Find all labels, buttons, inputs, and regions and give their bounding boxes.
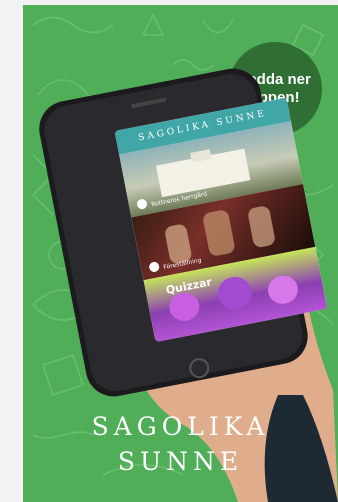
title-line-1: SAGOLIKA <box>91 412 270 441</box>
card-icon <box>136 198 148 210</box>
title-line-2: SUNNE <box>117 447 244 476</box>
card-icon <box>148 261 161 273</box>
phone-screen: SAGOLIKA SUNNE Rottneros herrgård Förest… <box>93 92 328 343</box>
poster: Ladda ner appen! SAGOLIKA SUNNE Rottnero… <box>23 5 338 502</box>
app-screen: SAGOLIKA SUNNE Rottneros herrgård Förest… <box>114 97 328 343</box>
